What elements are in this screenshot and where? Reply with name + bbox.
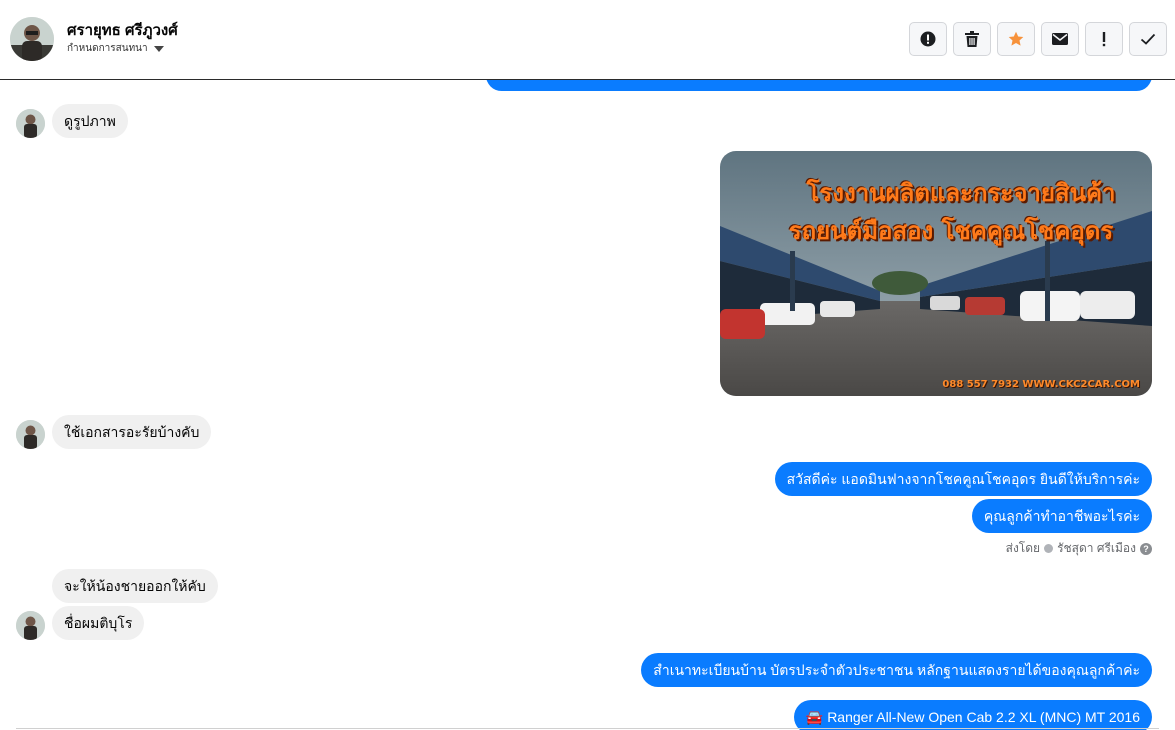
sent-by-indicator: ส่งโดย รัชสุดา ศรีเมือง ? [1006,539,1152,558]
report-spam-button[interactable] [909,22,947,56]
photo-headline-line1: โรงงานผลิตและกระจายสินค้า [806,179,1116,207]
follow-up-button[interactable] [1085,22,1123,56]
message-bubble-outgoing-cutoff [486,80,1152,91]
mail-icon [1052,33,1068,45]
message-bubble-incoming: ชื่อผมติบุโร [52,606,145,640]
message-bubble-outgoing: สวัสดีค่ะ แอดมินฟางจากโชคคูณโชคอุดร ยินด… [774,462,1152,496]
contact-avatar-small [16,109,45,138]
assign-conversation-label: กำหนดการสนทนา [67,43,148,54]
check-icon [1140,33,1156,45]
message-bubble-incoming: จะให้น้องชายออกให้คับ [52,569,218,603]
mark-done-button[interactable] [1129,22,1167,56]
sent-by-name[interactable]: รัชสุดา ศรีเมือง [1057,539,1136,558]
photo-caption: 088 557 7932 WWW.CKC2CAR.COM [942,379,1140,390]
caret-down-icon [153,46,164,52]
conversation-toolbar [909,22,1167,56]
contact-avatar-small [16,420,45,449]
message-bubble-outgoing: สำเนาทะเบียนบ้าน บัตรประจำตัวประชาชน หลั… [641,653,1152,687]
message-image[interactable]: โรงงานผลิตและกระจายสินค้า รถยนต์มือสอง โ… [720,151,1152,396]
contact-avatar[interactable] [10,17,54,61]
star-icon [1008,31,1024,46]
photo-headline-line2: รถยนต์มือสอง โชคคูณโชคอุดร [788,217,1114,245]
thread-bottom-divider [16,728,1159,729]
trash-icon [965,31,979,47]
mark-unread-button[interactable] [1041,22,1079,56]
contact-avatar-small [16,611,45,640]
message-bubble-incoming: ดูรูปภาพ [52,104,128,138]
alert-circle-icon [920,31,936,47]
assign-conversation-dropdown[interactable]: กำหนดการสนทนา [67,41,164,56]
contact-name[interactable]: ศรายุทธ ศรีภูวงศ์ [67,18,178,42]
star-button[interactable] [997,22,1035,56]
conversation-header: ศรายุทธ ศรีภูวงศ์ กำหนดการสนทนา [0,0,1175,80]
message-bubble-outgoing: คุณลูกค้าทำอาชีพอะไรค่ะ [971,499,1152,533]
message-bubble-incoming: ใช้เอกสารอะรัยบ้างคับ [52,415,212,449]
exclamation-icon [1102,32,1106,47]
message-bubble-outgoing-cutoff-bottom: 🚘 Ranger All-New Open Cab 2.2 XL (MNC) M… [793,700,1152,730]
sent-by-label: ส่งโดย [1005,541,1041,555]
message-thread[interactable]: ดูรูปภาพ โรงงานผลิตและกระจายสินค้า รถยนต… [0,80,1175,730]
admin-avatar-dot [1044,544,1054,553]
delete-button[interactable] [953,22,991,56]
help-icon[interactable]: ? [1140,542,1152,555]
